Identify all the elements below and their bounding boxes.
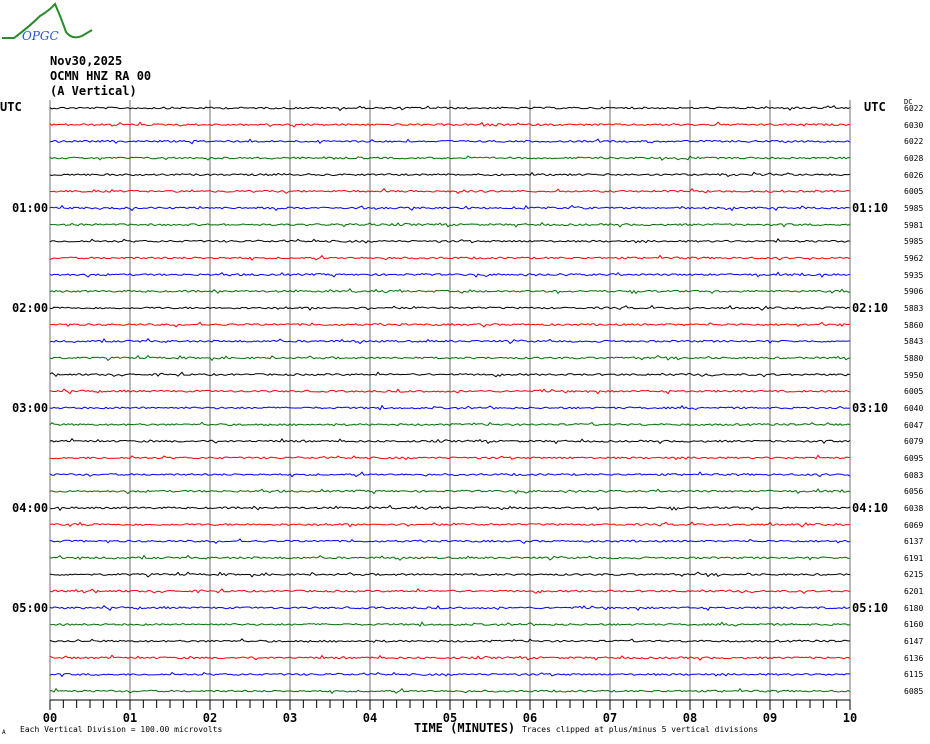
dc-offset-label: 6028 — [904, 153, 924, 163]
dc-offset-label: 6022 — [904, 137, 924, 147]
x-tick-label: 04 — [363, 711, 377, 725]
dc-offset-label: 6040 — [904, 403, 924, 413]
hour-label-right: 05:10 — [852, 600, 889, 615]
dc-offset-label: 6201 — [904, 587, 924, 597]
hour-label-right: 01:10 — [852, 200, 889, 215]
x-tick-label: 01 — [123, 711, 137, 725]
dc-offset-label: 6085 — [904, 687, 924, 697]
dc-offset-label: 5860 — [904, 320, 924, 330]
dc-offset-label: 5950 — [904, 370, 924, 380]
hour-label-right: 02:10 — [852, 300, 889, 315]
dc-offset-label: 5883 — [904, 303, 924, 313]
hour-label-right: 03:10 — [852, 400, 889, 415]
dc-offset-label: 6083 — [904, 470, 924, 480]
dc-offset-label: 6160 — [904, 620, 924, 630]
dc-offset-label: 5843 — [904, 337, 924, 347]
hour-label-left: 04:00 — [12, 500, 49, 515]
x-tick-label: 07 — [603, 711, 617, 725]
dc-offset-label: 5981 — [904, 220, 924, 230]
hour-label-right: 04:10 — [852, 500, 889, 515]
x-tick-label: 09 — [763, 711, 777, 725]
clip-note: Traces clipped at plus/minus 5 vertical … — [522, 725, 759, 734]
dc-offset-label: 6147 — [904, 637, 924, 647]
dc-offset-label: 6180 — [904, 603, 924, 613]
dc-offset-label: 5935 — [904, 270, 924, 280]
helicorder-plot: OPGC Nov30,2025 OCMN HNZ RA 00 (A Vertic… — [0, 0, 930, 744]
hour-label-left: 02:00 — [12, 300, 49, 315]
dc-offset-label: 6095 — [904, 453, 924, 463]
dc-offset-label: 6030 — [904, 120, 924, 130]
dc-offset-label: 6115 — [904, 670, 924, 680]
hour-label-left: 05:00 — [12, 600, 49, 615]
dc-offset-label: 6191 — [904, 553, 924, 563]
x-tick-label: 00 — [43, 711, 57, 725]
corner-mark: A — [2, 729, 6, 736]
x-tick-label: 08 — [683, 711, 697, 725]
dc-offset-label: 6136 — [904, 653, 924, 663]
dc-offset-label: 5962 — [904, 253, 924, 263]
dc-offset-label: 6056 — [904, 487, 924, 497]
dc-offset-label: 6047 — [904, 420, 924, 430]
dc-offset-label: 6022 — [904, 104, 924, 113]
x-tick-label: 03 — [283, 711, 297, 725]
division-note: Each Vertical Division = 100.00 microvol… — [20, 725, 223, 734]
dc-offset-label: 6005 — [904, 187, 924, 197]
x-tick-label: 06 — [523, 711, 537, 725]
x-tick-label: 10 — [843, 711, 857, 725]
dc-offset-label: 6026 — [904, 170, 924, 180]
dc-offset-label: 6038 — [904, 503, 924, 513]
x-axis-label: TIME (MINUTES) — [414, 721, 516, 735]
hour-label-left: 03:00 — [12, 400, 49, 415]
dc-offset-label: 6137 — [904, 537, 924, 547]
dc-offset-label: 6069 — [904, 520, 924, 530]
dc-offset-label: 5985 — [904, 237, 924, 247]
seismogram-svg: 00 01 02 03 04 05 06 07 08 09 10 — [43, 100, 857, 725]
dc-offset-label: 6215 — [904, 570, 924, 580]
dc-offset-label: 6005 — [904, 387, 924, 397]
dc-offset-label: 6079 — [904, 437, 924, 447]
dc-offset-label: 5906 — [904, 287, 924, 297]
dc-offset-label: 5985 — [904, 203, 924, 213]
hour-label-left: 01:00 — [12, 200, 49, 215]
x-tick-label: 02 — [203, 711, 217, 725]
dc-offset-label: 5880 — [904, 353, 924, 363]
